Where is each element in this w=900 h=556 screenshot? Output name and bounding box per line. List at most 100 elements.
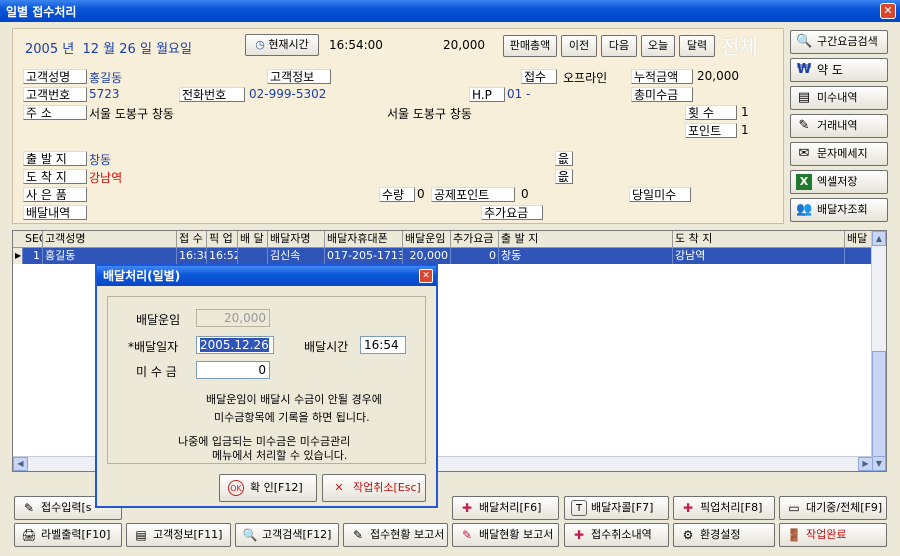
- dialog-titlebar: 배달처리(일별) ✕: [97, 266, 436, 286]
- pickup-process-button[interactable]: ✚ 픽업처리[F8]: [673, 496, 775, 520]
- map-button[interactable]: ₩ 약 도: [790, 58, 888, 82]
- settings-button[interactable]: ⚙ 환경설정: [673, 523, 775, 547]
- deduct-points-label: 공제포인트: [431, 187, 515, 202]
- finish-button[interactable]: 🚪 작업완료: [779, 523, 887, 547]
- deduct-points-value: 0: [521, 187, 529, 201]
- window-close-button[interactable]: ✕: [880, 3, 896, 19]
- scroll-right-icon[interactable]: ▶: [858, 457, 873, 471]
- col-origin[interactable]: 출 발 지: [499, 231, 673, 248]
- order-info-panel: 2005 년 12 월 26 일 월요일 ◷ 현재시간 16:54:00 20,…: [12, 28, 784, 224]
- text-message-button[interactable]: ✉ 문자메세지: [790, 142, 888, 166]
- cell-delivery: [845, 248, 873, 264]
- day-label: 일: [139, 42, 152, 57]
- receipt-value: 오프라인: [563, 71, 608, 85]
- cell-extra: 0: [451, 248, 499, 264]
- customer-info-button[interactable]: ▤ 고객정보[F11]: [126, 523, 231, 547]
- origin-value[interactable]: 창동: [89, 151, 111, 168]
- scroll-thumb[interactable]: [872, 351, 886, 457]
- calendar-button[interactable]: 달력: [679, 35, 715, 57]
- col-customer-name[interactable]: 고객성명: [43, 231, 177, 248]
- vertical-scrollbar[interactable]: ▲ ▼: [871, 231, 886, 471]
- cell-courier-phone: 017-205-1713: [327, 248, 403, 264]
- time-display: 16:54:00: [329, 38, 383, 52]
- note-line-1: 배달운임이 배달시 수금이 안될 경우에: [206, 393, 382, 406]
- scroll-left-icon[interactable]: ◀: [13, 457, 28, 471]
- fare-search-label: 구간요금검색: [817, 35, 878, 48]
- confirm-button[interactable]: OK 확 인[F12]: [219, 474, 317, 502]
- col-seq[interactable]: SEQ: [23, 231, 43, 248]
- sales-total-button[interactable]: 판매총액: [503, 35, 557, 57]
- courier-call-button[interactable]: T 배달자콜[F7]: [564, 496, 669, 520]
- col-fare[interactable]: 배달운임: [403, 231, 451, 248]
- pickup-process-label: 픽업처리[F8]: [700, 501, 763, 514]
- scroll-up-icon[interactable]: ▲: [872, 231, 886, 246]
- col-deliver[interactable]: 배 달: [238, 231, 268, 248]
- cancel-history-label: 접수취소내역: [591, 528, 652, 541]
- search-icon: 🔍: [796, 34, 813, 49]
- receipt-report-label: 접수현황 보고서: [370, 528, 445, 541]
- amount-display: 20,000: [443, 38, 485, 52]
- prev-button[interactable]: 이전: [561, 35, 597, 57]
- cancel-history-button[interactable]: ✚ 접수취소내역: [564, 523, 669, 547]
- customer-no-value[interactable]: 5723: [89, 87, 120, 101]
- current-time-button[interactable]: ◷ 현재시간: [245, 34, 319, 56]
- fare-search-button[interactable]: 🔍 구간요금검색: [790, 30, 888, 54]
- col-pickup[interactable]: 픽 업: [207, 231, 238, 248]
- delivery-date-input[interactable]: 2005.12.26: [196, 336, 274, 354]
- courier-lookup-button[interactable]: 👥 배달자조회: [790, 198, 888, 222]
- unpaid-input[interactable]: 0: [196, 361, 270, 379]
- call-icon: T: [571, 500, 587, 516]
- dest-value[interactable]: 강남역: [89, 169, 122, 186]
- phone-value[interactable]: 02-999-5302: [249, 87, 326, 101]
- delivery-time-input[interactable]: 16:54: [360, 336, 406, 354]
- col-receipt[interactable]: 접 수: [177, 231, 207, 248]
- dialog-group: 배달운임 20,000 *배달일자 2005.12.26 배달시간 16:54 …: [107, 296, 426, 464]
- label-print-button[interactable]: 🖨 라벨출력[F10]: [14, 523, 122, 547]
- scroll-down-icon[interactable]: ▼: [872, 456, 886, 471]
- col-courier-phone[interactable]: 배달자휴대폰: [325, 231, 403, 248]
- address-value[interactable]: 서울 도봉구 창동: [89, 105, 174, 122]
- message-icon: ✉: [798, 146, 810, 161]
- dialog-close-button[interactable]: ✕: [419, 269, 433, 283]
- cancel-history-icon: ✚: [573, 528, 585, 542]
- courier-call-label: 배달자콜[F7]: [591, 501, 654, 514]
- cell-fare: 20,000: [403, 248, 451, 264]
- table-header: SEQ 고객성명 접 수 픽 업 배 달 배달자명 배달자휴대폰 배달운임 추가…: [13, 231, 873, 248]
- all-label: 전체: [721, 35, 758, 59]
- report-icon: ✎: [461, 528, 473, 542]
- unpaid-history-button[interactable]: ▤ 미수내역: [790, 86, 888, 110]
- phone-label: 전화번호: [179, 87, 245, 102]
- receipt-report-button[interactable]: ✎ 접수현황 보고서: [343, 523, 448, 547]
- cancel-button[interactable]: ✕ 작업취소[Esc]: [322, 474, 426, 502]
- clock-icon: ◷: [255, 38, 265, 51]
- note-line-2: 미수금항목에 기록을 하면 됩니다.: [214, 411, 370, 424]
- table-row[interactable]: ▶ 1 홍길동 16:38 16:52 김신속 017-205-1713 20,…: [13, 248, 873, 264]
- col-delivery[interactable]: 배달: [845, 231, 873, 248]
- search-icon: 🔍: [242, 528, 258, 542]
- cell-customer-name: 홍길동: [43, 248, 177, 264]
- window-titlebar: 일별 접수처리 ✕: [0, 0, 900, 22]
- col-extra[interactable]: 추가요금: [451, 231, 499, 248]
- hp-value[interactable]: 01 -: [507, 87, 530, 101]
- cell-pickup: 16:52: [209, 248, 238, 264]
- window-title: 일별 접수처리: [6, 5, 77, 19]
- cell-seq: 1: [23, 248, 43, 264]
- transaction-history-button[interactable]: ✎ 거래내역: [790, 114, 888, 138]
- today-button[interactable]: 오늘: [641, 35, 675, 57]
- excel-save-button[interactable]: X 엑셀저장: [790, 170, 888, 194]
- col-dest[interactable]: 도 착 지: [673, 231, 845, 248]
- delivery-report-button[interactable]: ✎ 배달현황 보고서: [452, 523, 559, 547]
- delivery-process-dialog: 배달처리(일별) ✕ 배달운임 20,000 *배달일자 2005.12.26 …: [95, 264, 438, 508]
- customer-search-button[interactable]: 🔍 고객검색[F12]: [235, 523, 339, 547]
- customer-name-value[interactable]: 홍길동: [89, 69, 122, 86]
- next-button[interactable]: 다음: [601, 35, 637, 57]
- waiting-all-label: 대기중/전체[F9]: [806, 501, 883, 514]
- ok-icon: OK: [228, 480, 244, 496]
- cell-dest: 강남역: [673, 248, 845, 264]
- row-pointer-icon: ▶: [13, 248, 23, 264]
- unpaid-label: 미 수 금: [136, 365, 177, 379]
- waiting-all-button[interactable]: ▭ 대기중/전체[F9]: [779, 496, 887, 520]
- delivery-process-button[interactable]: ✚ 배달처리[F6]: [452, 496, 559, 520]
- origin-mark: 읎: [555, 151, 573, 166]
- col-courier[interactable]: 배달자명: [268, 231, 325, 248]
